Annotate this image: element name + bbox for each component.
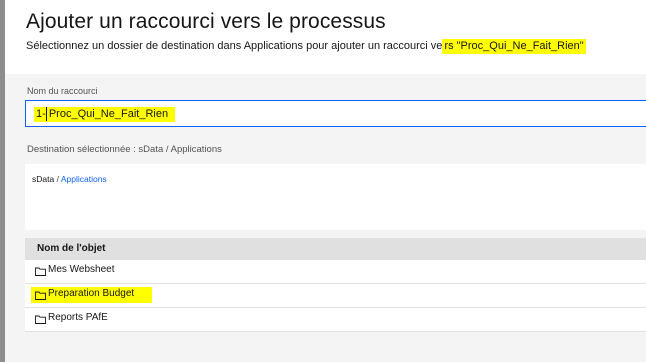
column-header-name[interactable]: Nom de l'objet <box>37 243 106 254</box>
dialog-header: Ajouter un raccourci vers le processus S… <box>5 0 646 74</box>
row-name: Reports PAfE <box>48 312 108 323</box>
row-name: Mes Websheet <box>48 264 115 275</box>
table-header: Nom de l'objet <box>25 238 646 260</box>
shortcut-name-label: Nom du raccourci <box>27 86 98 96</box>
breadcrumb: sData / Applications <box>32 174 107 184</box>
breadcrumb-current[interactable]: Applications <box>61 174 107 184</box>
subtitle-text: Sélectionnez un dossier de destination d… <box>26 40 443 52</box>
breadcrumb-separator: / <box>54 174 61 184</box>
folder-icon <box>35 291 46 300</box>
table-row[interactable]: Mes Websheet <box>25 260 646 284</box>
shortcut-name-value: 1- Proc_Qui_Ne_Fait_Rien <box>34 107 176 122</box>
breadcrumb-box: sData / Applications <box>25 164 646 230</box>
selected-destination-label: Destination sélectionnée : sData / Appli… <box>27 144 222 155</box>
shortcut-name-input[interactable]: 1- Proc_Qui_Ne_Fait_Rien <box>25 100 646 127</box>
table-row[interactable]: Reports PAfE <box>25 308 646 332</box>
table-row[interactable]: Preparation Budget <box>25 284 646 308</box>
row-name: Preparation Budget <box>48 288 135 299</box>
folder-icon <box>35 267 46 276</box>
dialog-subtitle: Sélectionnez un dossier de destination d… <box>26 39 586 54</box>
subtitle-highlight: rs "Proc_Qui_Ne_Fait_Rien" <box>442 39 586 54</box>
objects-table: Nom de l'objet Mes Websheet Preparation … <box>25 238 646 332</box>
dialog-title: Ajouter un raccourci vers le processus <box>26 10 386 33</box>
folder-icon <box>35 315 46 324</box>
text-cursor <box>46 107 47 121</box>
breadcrumb-root[interactable]: sData <box>32 174 54 184</box>
